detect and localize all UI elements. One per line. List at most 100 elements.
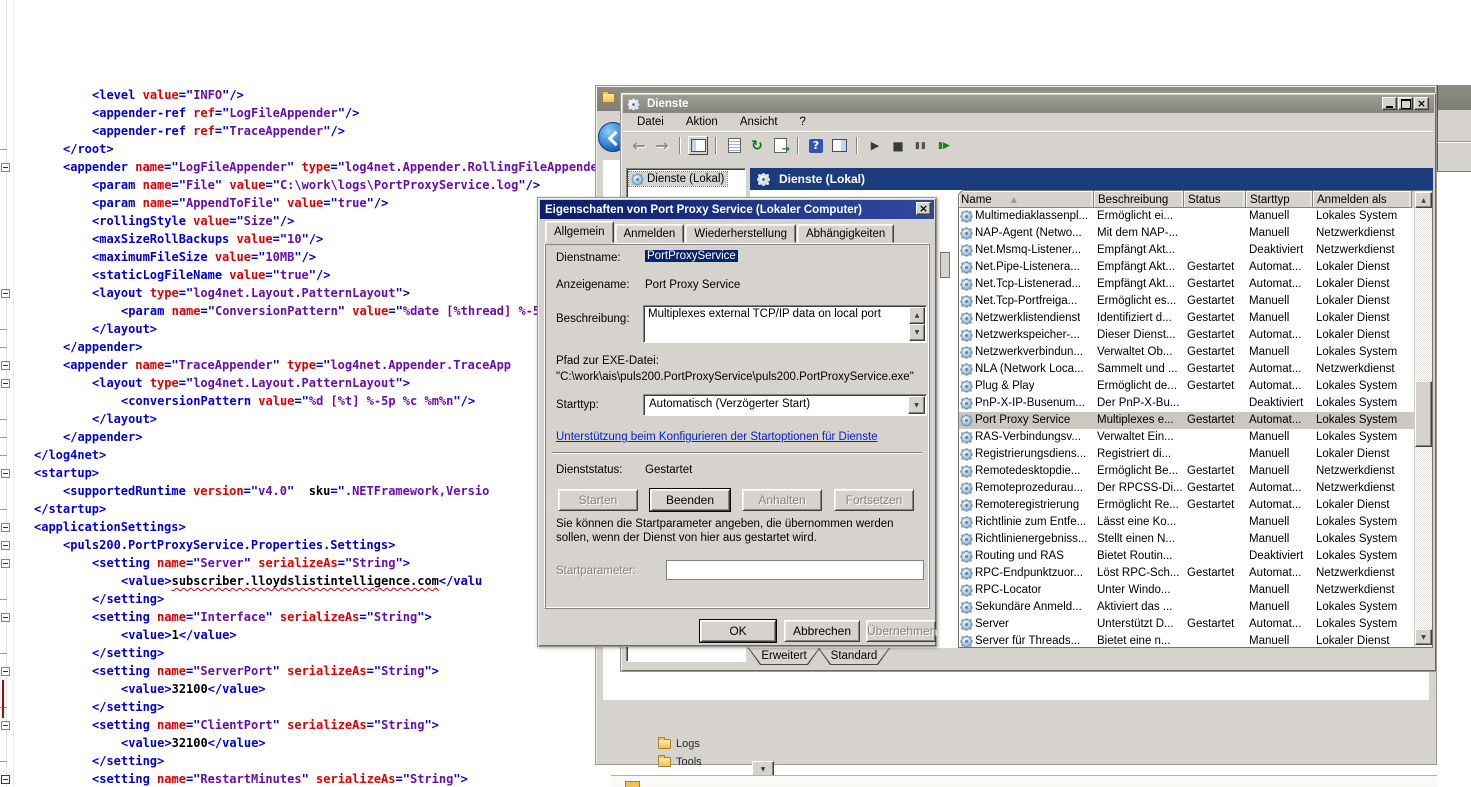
tab-allgemein[interactable]: Allgemein bbox=[545, 221, 614, 243]
service-row[interactable]: Port Proxy ServiceMultiplexes e...Gestar… bbox=[959, 412, 1414, 429]
service-row[interactable]: NAP-Agent (Netwo...Mit dem NAP-...Manuel… bbox=[959, 225, 1414, 242]
service-row[interactable]: ServerUnterstützt D...GestartetAutomat..… bbox=[959, 616, 1414, 633]
services-titlebar[interactable]: Dienste bbox=[623, 95, 1434, 113]
startup-options-help-link[interactable]: Unterstützung beim Konfigurieren der Sta… bbox=[556, 431, 878, 443]
service-row[interactable]: NLA (Network Loca...Sammelt und ...Gesta… bbox=[959, 361, 1414, 378]
menu-item-aktion[interactable]: Aktion bbox=[686, 116, 718, 128]
service-row[interactable]: Net.Tcp-Portfreiga...Ermöglicht es...Ges… bbox=[959, 293, 1414, 310]
fold-tick-icon[interactable] bbox=[0, 653, 7, 654]
menu-item-datei[interactable]: Datei bbox=[637, 116, 664, 128]
maximize-button[interactable] bbox=[1398, 97, 1413, 110]
back-icon[interactable] bbox=[629, 136, 649, 155]
dialog-titlebar[interactable]: Eigenschaften von Port Proxy Service (Lo… bbox=[540, 200, 934, 219]
service-row[interactable]: RAS-Verbindungsv...Verwaltet Ein...Manue… bbox=[959, 429, 1414, 446]
service-row[interactable]: Netzwerkverbindun...Verwaltet Ob...Gesta… bbox=[959, 344, 1414, 361]
fold-tick-icon[interactable] bbox=[0, 437, 7, 438]
pause-icon[interactable] bbox=[911, 136, 931, 155]
service-row[interactable]: RemoteregistrierungErmöglicht Re...Gesta… bbox=[959, 497, 1414, 514]
fold-tick-icon[interactable] bbox=[0, 509, 7, 510]
fold-box-icon[interactable] bbox=[1, 541, 10, 550]
vertical-scrollbar[interactable] bbox=[1414, 191, 1432, 647]
service-row[interactable]: Server für Threads...Bietet eine n...Man… bbox=[959, 633, 1414, 648]
refresh-icon[interactable] bbox=[747, 136, 767, 155]
tab-anmelden[interactable]: Anmelden bbox=[615, 224, 685, 243]
extended-view-icon[interactable] bbox=[829, 136, 849, 155]
play-icon[interactable] bbox=[865, 136, 885, 155]
service-row[interactable]: Remotedesktopdie...Ermöglicht Be...Gesta… bbox=[959, 463, 1414, 480]
fold-box-icon[interactable] bbox=[1, 361, 10, 370]
view-tab-erweitert[interactable]: Erweitert bbox=[748, 648, 820, 665]
service-row[interactable]: PnP-X-IP-Busenum...Der PnP-X-Bu...Deakti… bbox=[959, 395, 1414, 412]
column-header-beschreibung[interactable]: Beschreibung bbox=[1094, 191, 1184, 208]
fold-tick-icon[interactable] bbox=[0, 347, 7, 348]
export-list-icon[interactable] bbox=[770, 136, 790, 155]
description-field[interactable]: Multiplexes external TCP/IP data on loca… bbox=[643, 305, 927, 343]
fold-box-icon[interactable] bbox=[1, 667, 10, 676]
fold-tick-icon[interactable] bbox=[0, 149, 7, 150]
fold-tick-icon[interactable] bbox=[0, 599, 7, 600]
close-button[interactable] bbox=[1414, 97, 1429, 110]
service-row[interactable]: Multimediaklassenpl...Ermöglicht ei...Ma… bbox=[959, 208, 1414, 225]
stop-icon[interactable] bbox=[888, 136, 908, 155]
fold-box-icon[interactable] bbox=[1, 613, 10, 622]
cancel-button[interactable]: Abbrechen bbox=[784, 620, 860, 642]
forward-icon[interactable] bbox=[652, 136, 672, 155]
scrollbar-thumb[interactable] bbox=[1415, 381, 1432, 447]
fold-tick-icon[interactable] bbox=[0, 419, 7, 420]
resume-button[interactable]: Fortsetzen bbox=[834, 489, 914, 511]
service-row[interactable]: Richtlinienergebniss...Stellt einen N...… bbox=[959, 531, 1414, 548]
service-row[interactable]: Netzwerkspeicher-...Dieser Dienst...Gest… bbox=[959, 327, 1414, 344]
service-row[interactable]: NetzwerklistendienstIdentifiziert d...Ge… bbox=[959, 310, 1414, 327]
show-tree-icon[interactable] bbox=[688, 136, 708, 155]
fold-box-icon[interactable] bbox=[1, 523, 10, 532]
column-header-status[interactable]: Status bbox=[1184, 191, 1246, 208]
service-row[interactable]: Net.Tcp-Listenerad...Empfängt Akt...Gest… bbox=[959, 276, 1414, 293]
service-row[interactable]: Routing und RASBietet Routin...Deaktivie… bbox=[959, 548, 1414, 565]
description-scroll-up-button[interactable] bbox=[909, 307, 925, 324]
combo-dropdown-button[interactable] bbox=[908, 396, 925, 414]
view-tab-standard[interactable]: Standard bbox=[818, 648, 890, 665]
column-header-starttyp[interactable]: Starttyp bbox=[1246, 191, 1313, 208]
start-button[interactable]: Starten bbox=[558, 489, 638, 511]
apply-button[interactable]: Übernehmen bbox=[866, 620, 936, 642]
service-row[interactable]: Sekundäre Anmeld...Aktiviert das ...Manu… bbox=[959, 599, 1414, 616]
service-name-value[interactable]: PortProxyService bbox=[645, 250, 738, 262]
service-row[interactable]: Richtlinie zum Entfe...Lässt eine Ko...M… bbox=[959, 514, 1414, 531]
fold-box-icon[interactable] bbox=[1, 379, 10, 388]
service-row[interactable]: RPC-LocatorUnter Windo...ManuellNetzwerk… bbox=[959, 582, 1414, 599]
tree-item-dienste-lokal[interactable]: Dienste (Lokal) bbox=[629, 172, 727, 186]
ok-button[interactable]: OK bbox=[700, 620, 776, 642]
service-row[interactable]: Net.Pipe-Listenera...Empfängt Akt...Gest… bbox=[959, 259, 1414, 276]
restart-icon[interactable] bbox=[934, 136, 954, 155]
minimize-button[interactable] bbox=[1382, 97, 1397, 110]
fold-box-icon[interactable] bbox=[1, 163, 10, 172]
service-row[interactable]: Registrierungsdiens...Registriert di...M… bbox=[959, 446, 1414, 463]
stop-button[interactable]: Beenden bbox=[650, 489, 730, 511]
scroll-up-button[interactable] bbox=[1415, 192, 1432, 208]
help-icon[interactable] bbox=[806, 136, 826, 155]
description-scroll-down-button[interactable] bbox=[909, 324, 925, 341]
menu-item-ansicht[interactable]: Ansicht bbox=[740, 116, 778, 128]
fold-tick-icon[interactable] bbox=[0, 455, 7, 456]
fold-box-icon[interactable] bbox=[1, 721, 10, 730]
fold-box-icon[interactable] bbox=[1, 289, 10, 298]
fold-box-icon[interactable] bbox=[1, 559, 10, 568]
service-row[interactable]: Remoteprozedurau...Der RPCSS-Di...Gestar… bbox=[959, 480, 1414, 497]
tab-wiederherstellung[interactable]: Wiederherstellung bbox=[685, 224, 796, 243]
start-parameters-input[interactable] bbox=[666, 560, 924, 580]
fold-tick-icon[interactable] bbox=[0, 329, 7, 330]
menu-item-?[interactable]: ? bbox=[800, 116, 806, 128]
folder-list-item[interactable]: Logs bbox=[658, 737, 700, 751]
startup-type-select[interactable]: Automatisch (Verzögerter Start) bbox=[643, 394, 927, 416]
fold-box-icon[interactable] bbox=[1, 775, 10, 784]
service-row[interactable]: Plug & PlayErmöglicht de...GestartetAuto… bbox=[959, 378, 1414, 395]
scroll-down-button[interactable] bbox=[1415, 629, 1432, 645]
properties-icon[interactable] bbox=[724, 136, 744, 155]
fold-tick-icon[interactable] bbox=[0, 761, 7, 762]
column-header-name[interactable]: Name▲ bbox=[959, 191, 1094, 208]
pause-button[interactable]: Anhalten bbox=[742, 489, 822, 511]
column-header-anmelden-als[interactable]: Anmelden als bbox=[1313, 191, 1412, 208]
service-row[interactable]: RPC-Endpunktzuor...Löst RPC-Sch...Gestar… bbox=[959, 565, 1414, 582]
fold-box-icon[interactable] bbox=[1, 469, 10, 478]
service-row[interactable]: Net.Msmq-Listener...Empfängt Akt...Deakt… bbox=[959, 242, 1414, 259]
